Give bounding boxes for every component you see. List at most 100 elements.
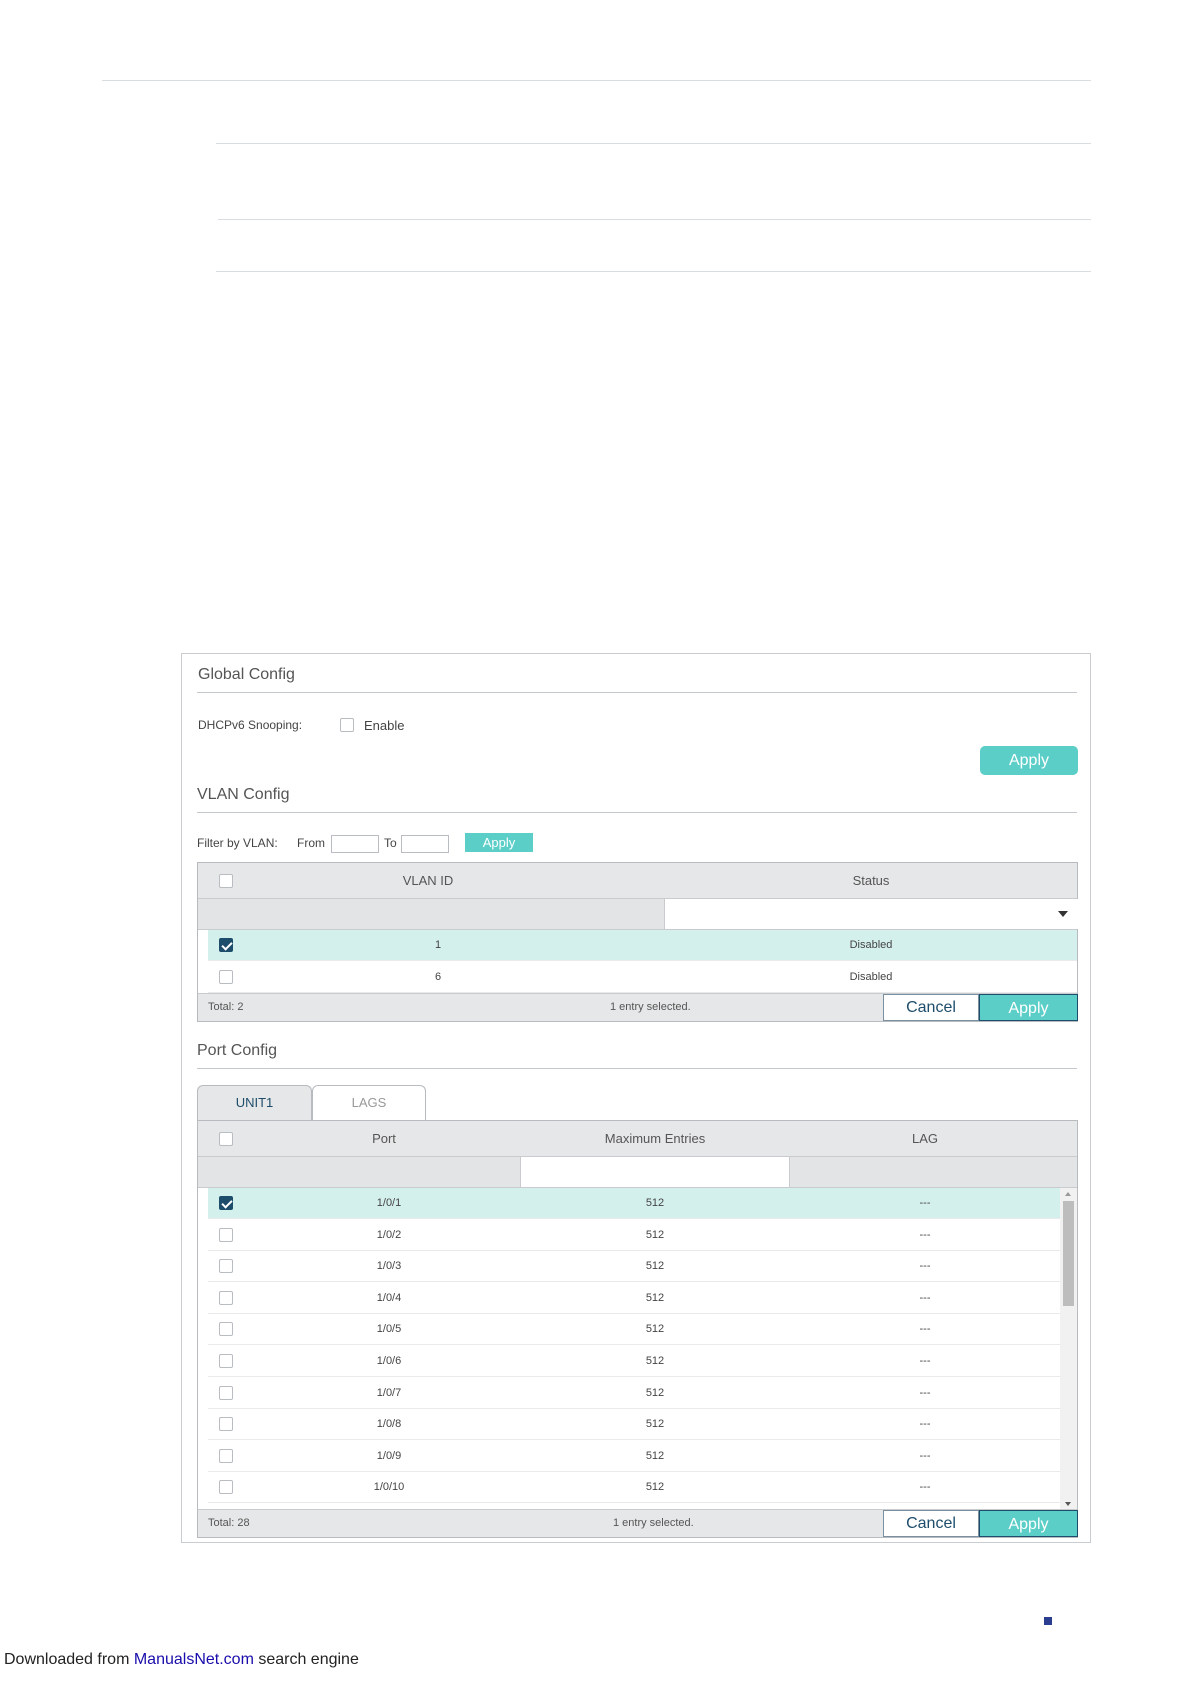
port-cancel-button[interactable]: Cancel (883, 1510, 979, 1537)
vlan-id-cell: 1 (434, 939, 442, 951)
tab-unit1[interactable]: UNIT1 (197, 1085, 312, 1120)
footer-suffix: search engine (253, 1651, 359, 1668)
lag-cell: --- (919, 1260, 931, 1273)
to-label: To (384, 836, 397, 850)
lag-cell: --- (919, 1291, 931, 1304)
filter-apply-button[interactable]: Apply (465, 833, 533, 852)
port-cell: 1/0/9 (376, 1449, 402, 1462)
vlan-table-header: VLAN ID Status (198, 863, 1077, 899)
lag-cell: --- (919, 1386, 931, 1399)
table-row[interactable]: 1/0/5 512 --- (208, 1314, 1060, 1346)
table-row[interactable]: 1/0/10 512 --- (208, 1472, 1060, 1504)
maximum-entries-cell: 512 (645, 1197, 665, 1209)
global-apply-button[interactable]: Apply (980, 746, 1078, 775)
port-cell: 1/0/8 (376, 1418, 402, 1431)
lag-column-header: LAG (911, 1131, 938, 1146)
port-cell: 1/0/2 (376, 1228, 402, 1241)
port-cell: 1/0/5 (376, 1323, 402, 1336)
maximum-entries-input[interactable] (520, 1157, 790, 1187)
port-cell: 1/0/4 (376, 1291, 402, 1304)
footer-prefix: Downloaded from (4, 1651, 134, 1668)
lag-cell: --- (919, 1323, 931, 1336)
dhcpv6-snooping-label: DHCPv6 Snooping: (198, 718, 303, 732)
port-cell: 1/0/1 (376, 1197, 402, 1209)
page-rule (216, 143, 1091, 144)
scrollbar-thumb[interactable] (1063, 1201, 1074, 1306)
maximum-entries-cell: 512 (645, 1386, 665, 1399)
port-table-footer: Total: 28 1 entry selected. Cancel Apply (198, 1509, 1078, 1537)
maximum-entries-cell: 512 (645, 1481, 665, 1494)
download-footer: Downloaded from ManualsNet.com search en… (4, 1651, 359, 1669)
enable-label: Enable (364, 718, 405, 733)
lag-cell: --- (919, 1355, 931, 1367)
selection-status: 1 entry selected. (613, 1517, 694, 1529)
vlan-to-input[interactable] (401, 835, 449, 853)
vlan-table-footer: Total: 2 1 entry selected. Cancel Apply (198, 993, 1078, 1021)
total-count: Total: 2 (208, 1001, 244, 1013)
enable-checkbox[interactable] (340, 718, 354, 732)
status-cell: Disabled (849, 939, 893, 951)
total-count: Total: 28 (208, 1517, 250, 1529)
lag-cell: --- (919, 1418, 931, 1431)
tab-lags[interactable]: LAGS (312, 1085, 426, 1120)
port-cell: 1/0/10 (373, 1481, 405, 1494)
page-marker-icon (1044, 1617, 1052, 1625)
table-row[interactable]: 1/0/3 512 --- (208, 1251, 1060, 1283)
maximum-entries-cell: 512 (645, 1260, 665, 1273)
table-row[interactable]: 1/0/1 512 --- (208, 1188, 1060, 1219)
vlan-id-cell: 6 (434, 971, 442, 983)
manualsnet-link[interactable]: ManualsNet.com (134, 1651, 254, 1668)
vlan-table-filter-row (198, 899, 1078, 930)
vlan-apply-button[interactable]: Apply (979, 994, 1078, 1021)
port-cell: 1/0/6 (376, 1355, 402, 1367)
port-column-header: Port (372, 1131, 396, 1146)
page-rule (216, 271, 1091, 272)
section-divider (197, 812, 1077, 813)
filter-by-vlan-label: Filter by VLAN: (197, 836, 278, 850)
global-config-title: Global Config (198, 666, 295, 683)
vlan-config-title: VLAN Config (197, 786, 290, 803)
status-filter-select[interactable] (664, 899, 1078, 929)
port-table: Port Maximum Entries LAG 1/0/1 512 --- 1/0/… (197, 1120, 1078, 1538)
section-divider (197, 692, 1077, 693)
vlan-from-input[interactable] (331, 835, 379, 853)
port-cell: 1/0/3 (376, 1260, 402, 1273)
port-table-header: Port Maximum Entries LAG (198, 1121, 1077, 1157)
table-row[interactable]: 1 Disabled (208, 930, 1077, 961)
port-apply-button[interactable]: Apply (979, 1510, 1078, 1537)
port-table-filter-row (198, 1157, 1077, 1188)
lag-cell: --- (919, 1481, 931, 1494)
chevron-down-icon (1058, 911, 1068, 917)
maximum-entries-column-header: Maximum Entries (604, 1131, 706, 1146)
port-config-title: Port Config (197, 1042, 278, 1059)
lag-cell: --- (919, 1228, 931, 1241)
table-row[interactable]: 1/0/9 512 --- (208, 1441, 1060, 1472)
lag-cell: --- (919, 1449, 931, 1462)
maximum-entries-cell: 512 (645, 1355, 665, 1367)
maximum-entries-cell: 512 (645, 1228, 665, 1241)
vlan-table: VLAN ID Status 1 Disabled 6 Disabled Tot… (197, 862, 1078, 1022)
maximum-entries-cell: 512 (645, 1418, 665, 1431)
port-cell: 1/0/7 (376, 1386, 402, 1399)
vlan-id-column-header: VLAN ID (402, 873, 454, 888)
section-divider (197, 1068, 1077, 1069)
table-row[interactable]: 1/0/2 512 --- (208, 1220, 1060, 1251)
table-row[interactable]: 1/0/4 512 --- (208, 1283, 1060, 1314)
maximum-entries-cell: 512 (645, 1291, 665, 1304)
table-row[interactable]: 1/0/7 512 --- (208, 1378, 1060, 1409)
scroll-down-icon[interactable] (1065, 1502, 1071, 1506)
status-column-header: Status (852, 873, 890, 888)
page-rule (102, 80, 1091, 81)
vlan-cancel-button[interactable]: Cancel (883, 994, 979, 1021)
maximum-entries-cell: 512 (645, 1449, 665, 1462)
selection-status: 1 entry selected. (610, 1001, 691, 1013)
port-rows: 1/0/1 512 --- 1/0/2 512 --- 1/0/3 512 --- 1/0/4 51… (198, 1188, 1060, 1510)
page-rule (218, 219, 1091, 220)
table-row[interactable]: 1/0/6 512 --- (208, 1346, 1060, 1377)
table-row[interactable]: 6 Disabled (208, 962, 1077, 993)
maximum-entries-cell: 512 (645, 1323, 665, 1336)
scrollbar[interactable] (1060, 1188, 1077, 1510)
table-row[interactable]: 1/0/8 512 --- (208, 1409, 1060, 1441)
scroll-up-icon[interactable] (1065, 1192, 1071, 1196)
from-label: From (297, 836, 325, 850)
